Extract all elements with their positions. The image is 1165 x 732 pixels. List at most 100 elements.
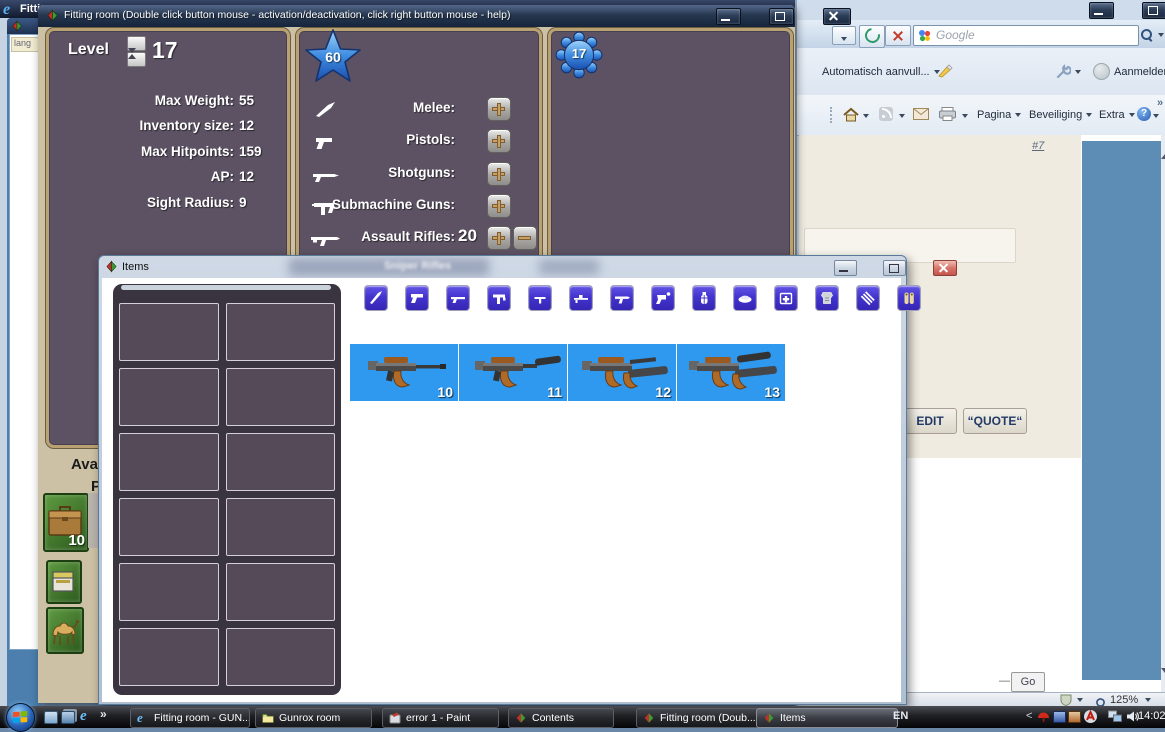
items-titlebar[interactable]: Sniper Rifles Items — [99, 256, 904, 278]
home-dropdown[interactable] — [863, 114, 869, 118]
pencil-icon[interactable] — [937, 64, 953, 78]
stop-button[interactable]: [data-name="stop-button"] .g-x::before,[… — [885, 25, 911, 46]
quote-button[interactable]: “QUOTE“ — [963, 408, 1027, 434]
tray-network-icon[interactable] — [1108, 710, 1122, 723]
inventory-slot[interactable] — [226, 628, 335, 686]
sidebar-item-briefcase[interactable]: 10 — [43, 493, 89, 552]
filter-mine-button[interactable] — [733, 285, 757, 311]
tray-update-icon[interactable] — [1068, 711, 1081, 723]
inventory-slot[interactable] — [119, 563, 219, 621]
security-menu[interactable]: Beveiliging — [1029, 109, 1092, 121]
skill-decrease-button[interactable] — [513, 226, 537, 250]
inventory-slot[interactable] — [226, 433, 335, 491]
scroll-down-button[interactable] — [1161, 673, 1165, 684]
feeds-icon[interactable] — [879, 107, 893, 121]
language-indicator[interactable]: EN — [893, 710, 908, 722]
post-number-link[interactable]: #7 — [1032, 140, 1044, 152]
print-icon[interactable] — [939, 107, 956, 121]
items-close-button[interactable] — [933, 260, 957, 276]
help-dropdown[interactable] — [1153, 114, 1159, 118]
filter-medkit-button[interactable] — [774, 285, 798, 311]
fitting-room-minimize-button[interactable] — [716, 8, 741, 25]
filter-ammo-button[interactable] — [856, 285, 880, 311]
item-assault-rifle-launcher-suppressed[interactable]: 13 — [677, 344, 785, 401]
quicklaunch-overflow-chevron[interactable]: » — [100, 707, 107, 721]
filter-knife-button[interactable] — [364, 285, 388, 311]
skill-increase-button[interactable] — [487, 194, 511, 218]
filter-shotgun-button[interactable] — [446, 285, 470, 311]
fitting-room-close-button[interactable] — [823, 8, 851, 25]
zoom-dropdown[interactable] — [1145, 698, 1151, 702]
fitting-room-titlebar[interactable]: Fitting room (Double click button mouse … — [38, 5, 795, 27]
mail-icon[interactable] — [913, 108, 929, 120]
filter-assault-rifle-button[interactable] — [610, 285, 634, 311]
sidebar-item-camel[interactable] — [46, 607, 84, 654]
sidebar-item-ammo-box[interactable] — [46, 560, 82, 604]
signin-menu[interactable]: Aanmelden — [1114, 66, 1165, 78]
item-assault-rifle[interactable]: 10 — [350, 344, 458, 401]
feeds-dropdown[interactable] — [899, 114, 905, 118]
home-icon[interactable] — [843, 107, 859, 122]
filter-grenade-button[interactable] — [692, 285, 716, 311]
ie-quicklaunch-icon[interactable]: e — [80, 708, 87, 725]
commandbar-overflow-chevron[interactable]: » — [1157, 97, 1163, 109]
level-stepper[interactable] — [127, 36, 144, 64]
item-assault-rifle-suppressed[interactable]: 11 — [459, 344, 567, 401]
browser-maximize-button[interactable] — [1142, 2, 1165, 19]
filter-smg-button[interactable] — [487, 285, 511, 311]
show-desktop-icon[interactable] — [44, 711, 58, 724]
inventory-slot[interactable] — [226, 498, 335, 556]
filter-binoculars-button[interactable] — [897, 285, 921, 311]
taskbar-button-fitting-room-ie[interactable]: e Fitting room - GUN... — [130, 708, 250, 728]
inventory-slot[interactable] — [226, 368, 335, 426]
filter-pistol-button[interactable] — [405, 285, 429, 311]
tray-avira-icon[interactable] — [1037, 710, 1050, 723]
autofill-menu[interactable]: Automatisch aanvull... — [822, 66, 940, 78]
page-scrollbar[interactable] — [1161, 135, 1165, 692]
wrench-icon[interactable] — [1055, 64, 1071, 79]
search-go-button[interactable] — [1141, 27, 1152, 45]
search-box[interactable]: Google — [913, 25, 1139, 46]
level-down-button[interactable] — [127, 52, 146, 67]
items-maximize-button[interactable] — [883, 260, 906, 276]
skill-increase-button[interactable] — [487, 129, 511, 153]
address-dropdown-button[interactable] — [832, 26, 856, 45]
item-assault-rifle-launcher[interactable]: 12 — [568, 344, 676, 401]
taskbar-button-items[interactable]: Items — [756, 708, 898, 728]
tools-menu[interactable]: Extra — [1099, 109, 1135, 121]
search-input-text[interactable]: Google — [936, 28, 975, 42]
search-options-dropdown[interactable] — [1158, 33, 1164, 37]
refresh-button[interactable] — [859, 25, 885, 48]
skill-increase-button[interactable] — [487, 226, 511, 250]
inventory-slot[interactable] — [119, 498, 219, 556]
protected-mode-dropdown[interactable] — [1077, 698, 1083, 702]
skill-increase-button[interactable] — [487, 162, 511, 186]
browser-minimize-button[interactable] — [1089, 2, 1114, 19]
inventory-slot[interactable] — [119, 628, 219, 686]
taskbar-button-paint[interactable]: error 1 - Paint — [382, 708, 499, 728]
inventory-slot[interactable] — [119, 433, 219, 491]
skill-increase-button[interactable] — [487, 97, 511, 121]
clock[interactable]: 14:02 — [1138, 710, 1165, 722]
wrench-dropdown[interactable] — [1075, 70, 1081, 74]
filter-armor-button[interactable] — [815, 285, 839, 311]
inventory-slot[interactable] — [119, 368, 219, 426]
fitting-room-maximize-button[interactable] — [769, 8, 794, 25]
edit-button[interactable]: EDIT — [903, 408, 957, 434]
help-icon[interactable]: ? — [1137, 107, 1151, 121]
tray-collapse-chevron[interactable]: < — [1026, 710, 1032, 722]
page-menu[interactable]: Pagina — [977, 109, 1021, 121]
command-bar-handle[interactable] — [830, 107, 835, 123]
taskbar-button-fitting-room-game[interactable]: Fitting room (Doub... — [636, 708, 762, 728]
items-minimize-button[interactable] — [834, 260, 857, 276]
tray-network-window-icon[interactable] — [1053, 711, 1066, 723]
taskbar-button-contents[interactable]: Contents — [508, 708, 614, 728]
inventory-slot[interactable] — [226, 563, 335, 621]
filter-sniper-rifle-button[interactable] — [569, 285, 593, 311]
filter-compact-smg-button[interactable] — [528, 285, 552, 311]
scroll-up-button[interactable] — [1161, 137, 1165, 148]
taskbar-button-gunrox-room[interactable]: Gunrox room — [255, 708, 372, 728]
filter-flare-gun-button[interactable] — [651, 285, 675, 311]
inventory-slot[interactable] — [119, 303, 219, 361]
inventory-slot[interactable] — [226, 303, 335, 361]
